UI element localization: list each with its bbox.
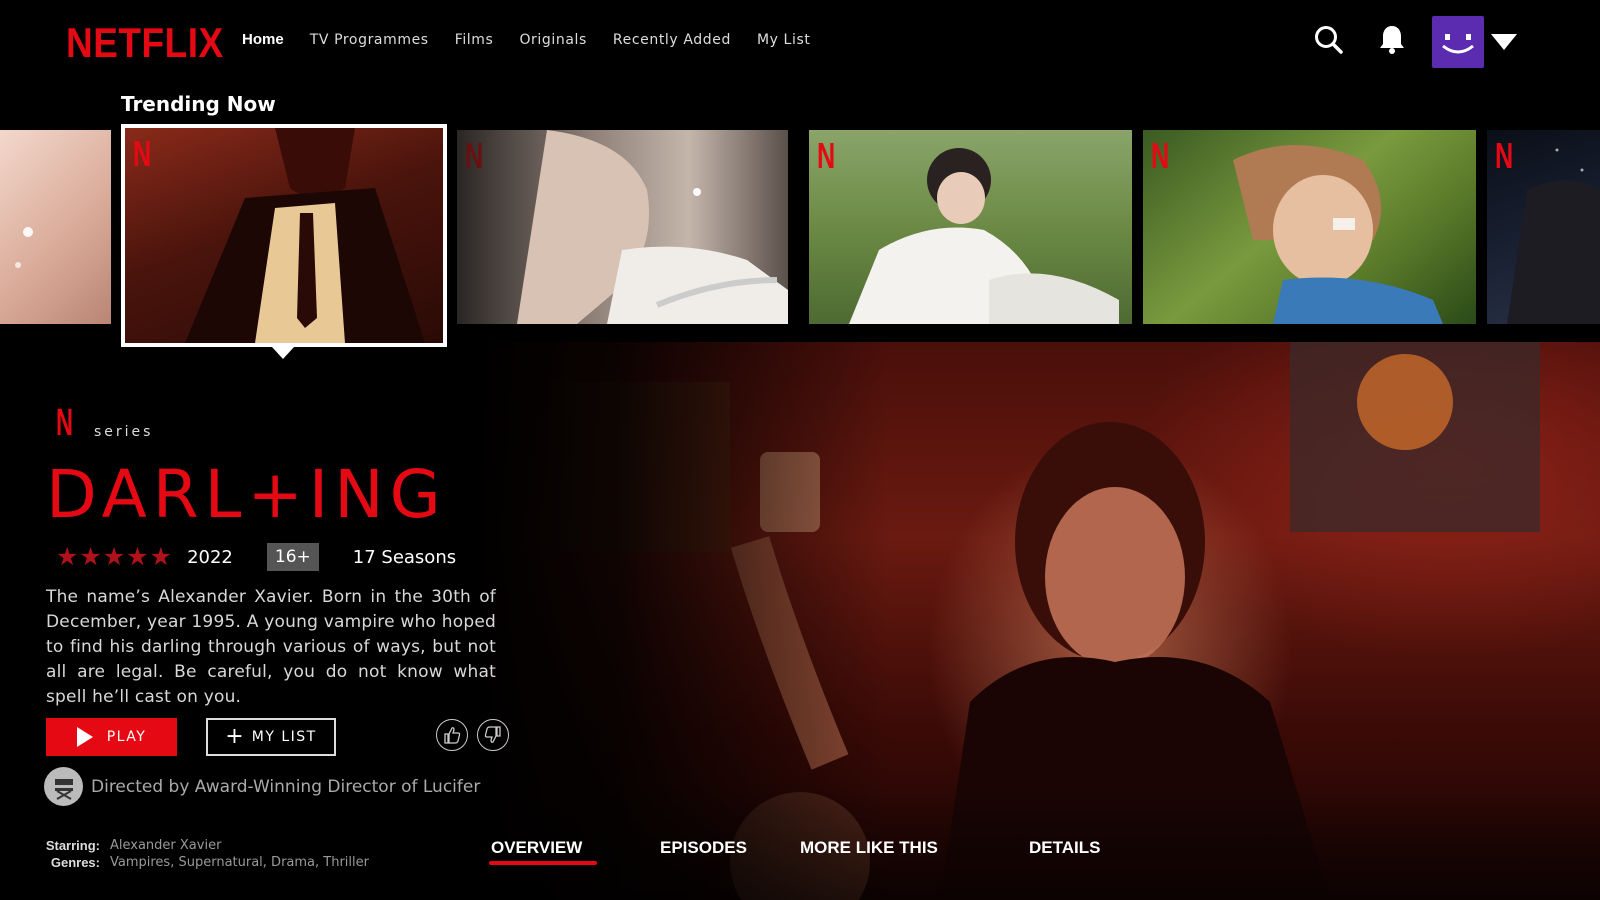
- trending-thumb-partial-right[interactable]: N: [1487, 130, 1600, 324]
- thumbs-up-icon: [444, 727, 461, 744]
- play-icon: [76, 727, 93, 747]
- trending-thumb-partial-left[interactable]: [0, 130, 111, 324]
- search-icon[interactable]: [1313, 24, 1345, 61]
- tab-episodes[interactable]: EPISODES: [660, 838, 747, 858]
- trending-now-heading: Trending Now: [121, 92, 276, 116]
- top-navbar: NETFLIX Home TV Programmes Films Origina…: [0, 0, 1600, 82]
- nav-link-home[interactable]: Home: [242, 31, 284, 48]
- my-list-button-label: MY LIST: [251, 729, 317, 745]
- show-description: The name’s Alexander Xavier. Born in the…: [46, 587, 496, 707]
- trending-thumb-selected[interactable]: N: [121, 124, 447, 347]
- director-note-text: Directed by Award-Winning Director of Lu…: [91, 776, 481, 797]
- tab-overview[interactable]: OVERVIEW: [491, 838, 582, 858]
- smiley-face-icon: [1442, 34, 1474, 54]
- genres-row: Genres: Vampires, Supernatural, Drama, T…: [38, 855, 369, 870]
- tab-more-like-this[interactable]: MORE LIKE THIS: [800, 838, 938, 858]
- caret-down-icon[interactable]: [1490, 32, 1518, 57]
- nav-link-films[interactable]: Films: [455, 32, 494, 48]
- plus-icon: +: [225, 724, 244, 749]
- director-chair-icon: [44, 767, 83, 806]
- nav-link-originals[interactable]: Originals: [519, 32, 586, 48]
- tab-details[interactable]: DETAILS: [1029, 838, 1100, 858]
- profile-avatar[interactable]: [1432, 16, 1484, 68]
- thumbs-down-button[interactable]: [477, 719, 509, 751]
- play-button-label: PLAY: [106, 729, 147, 745]
- series-label: series: [94, 424, 154, 440]
- show-meta-row: ★★★★★ 2022 16+ 17 Seasons: [56, 542, 456, 572]
- nav-link-recently-added[interactable]: Recently Added: [613, 32, 731, 48]
- starring-label: Starring:: [45, 838, 100, 853]
- netflix-n-badge: N: [1151, 135, 1170, 176]
- age-rating-badge: 16+: [266, 543, 319, 571]
- director-note: Directed by Award-Winning Director of Lu…: [44, 767, 480, 806]
- selected-caret-indicator: [272, 347, 294, 359]
- thumbs-down-icon: [484, 726, 501, 743]
- netflix-n-badge: N: [133, 133, 152, 174]
- trending-thumb-earring[interactable]: N: [457, 130, 788, 324]
- netflix-n-badge: N: [465, 135, 484, 176]
- release-year: 2022: [187, 546, 233, 568]
- starring-row: Starring: Alexander Xavier: [38, 838, 369, 853]
- active-tab-underline: [489, 861, 597, 865]
- bell-icon[interactable]: [1378, 23, 1406, 60]
- rating-stars-icon: ★★★★★: [56, 543, 174, 571]
- show-title: DARL+ING: [46, 456, 447, 533]
- starring-value: Alexander Xavier: [110, 838, 222, 853]
- genres-label: Genres:: [50, 855, 100, 870]
- netflix-n-badge: N: [1495, 135, 1514, 176]
- genres-value: Vampires, Supernatural, Drama, Thriller: [110, 855, 369, 870]
- play-button[interactable]: PLAY: [46, 718, 177, 756]
- netflix-logo[interactable]: NETFLIX: [66, 20, 224, 67]
- nav-link-my-list[interactable]: My List: [757, 32, 811, 48]
- trending-thumb-sun[interactable]: N: [1143, 130, 1476, 324]
- show-credits: Starring: Alexander Xavier Genres: Vampi…: [38, 838, 369, 872]
- netflix-n-series-badge: N: [56, 402, 74, 444]
- nav-link-tv-programmes[interactable]: TV Programmes: [310, 32, 429, 48]
- my-list-button[interactable]: + MY LIST: [206, 718, 336, 756]
- thumbs-up-button[interactable]: [436, 719, 468, 751]
- nav-links: Home TV Programmes Films Originals Recen…: [242, 31, 836, 48]
- season-count: 17 Seasons: [352, 546, 457, 568]
- netflix-n-badge: N: [817, 135, 836, 176]
- trending-thumb-grass[interactable]: N: [809, 130, 1132, 324]
